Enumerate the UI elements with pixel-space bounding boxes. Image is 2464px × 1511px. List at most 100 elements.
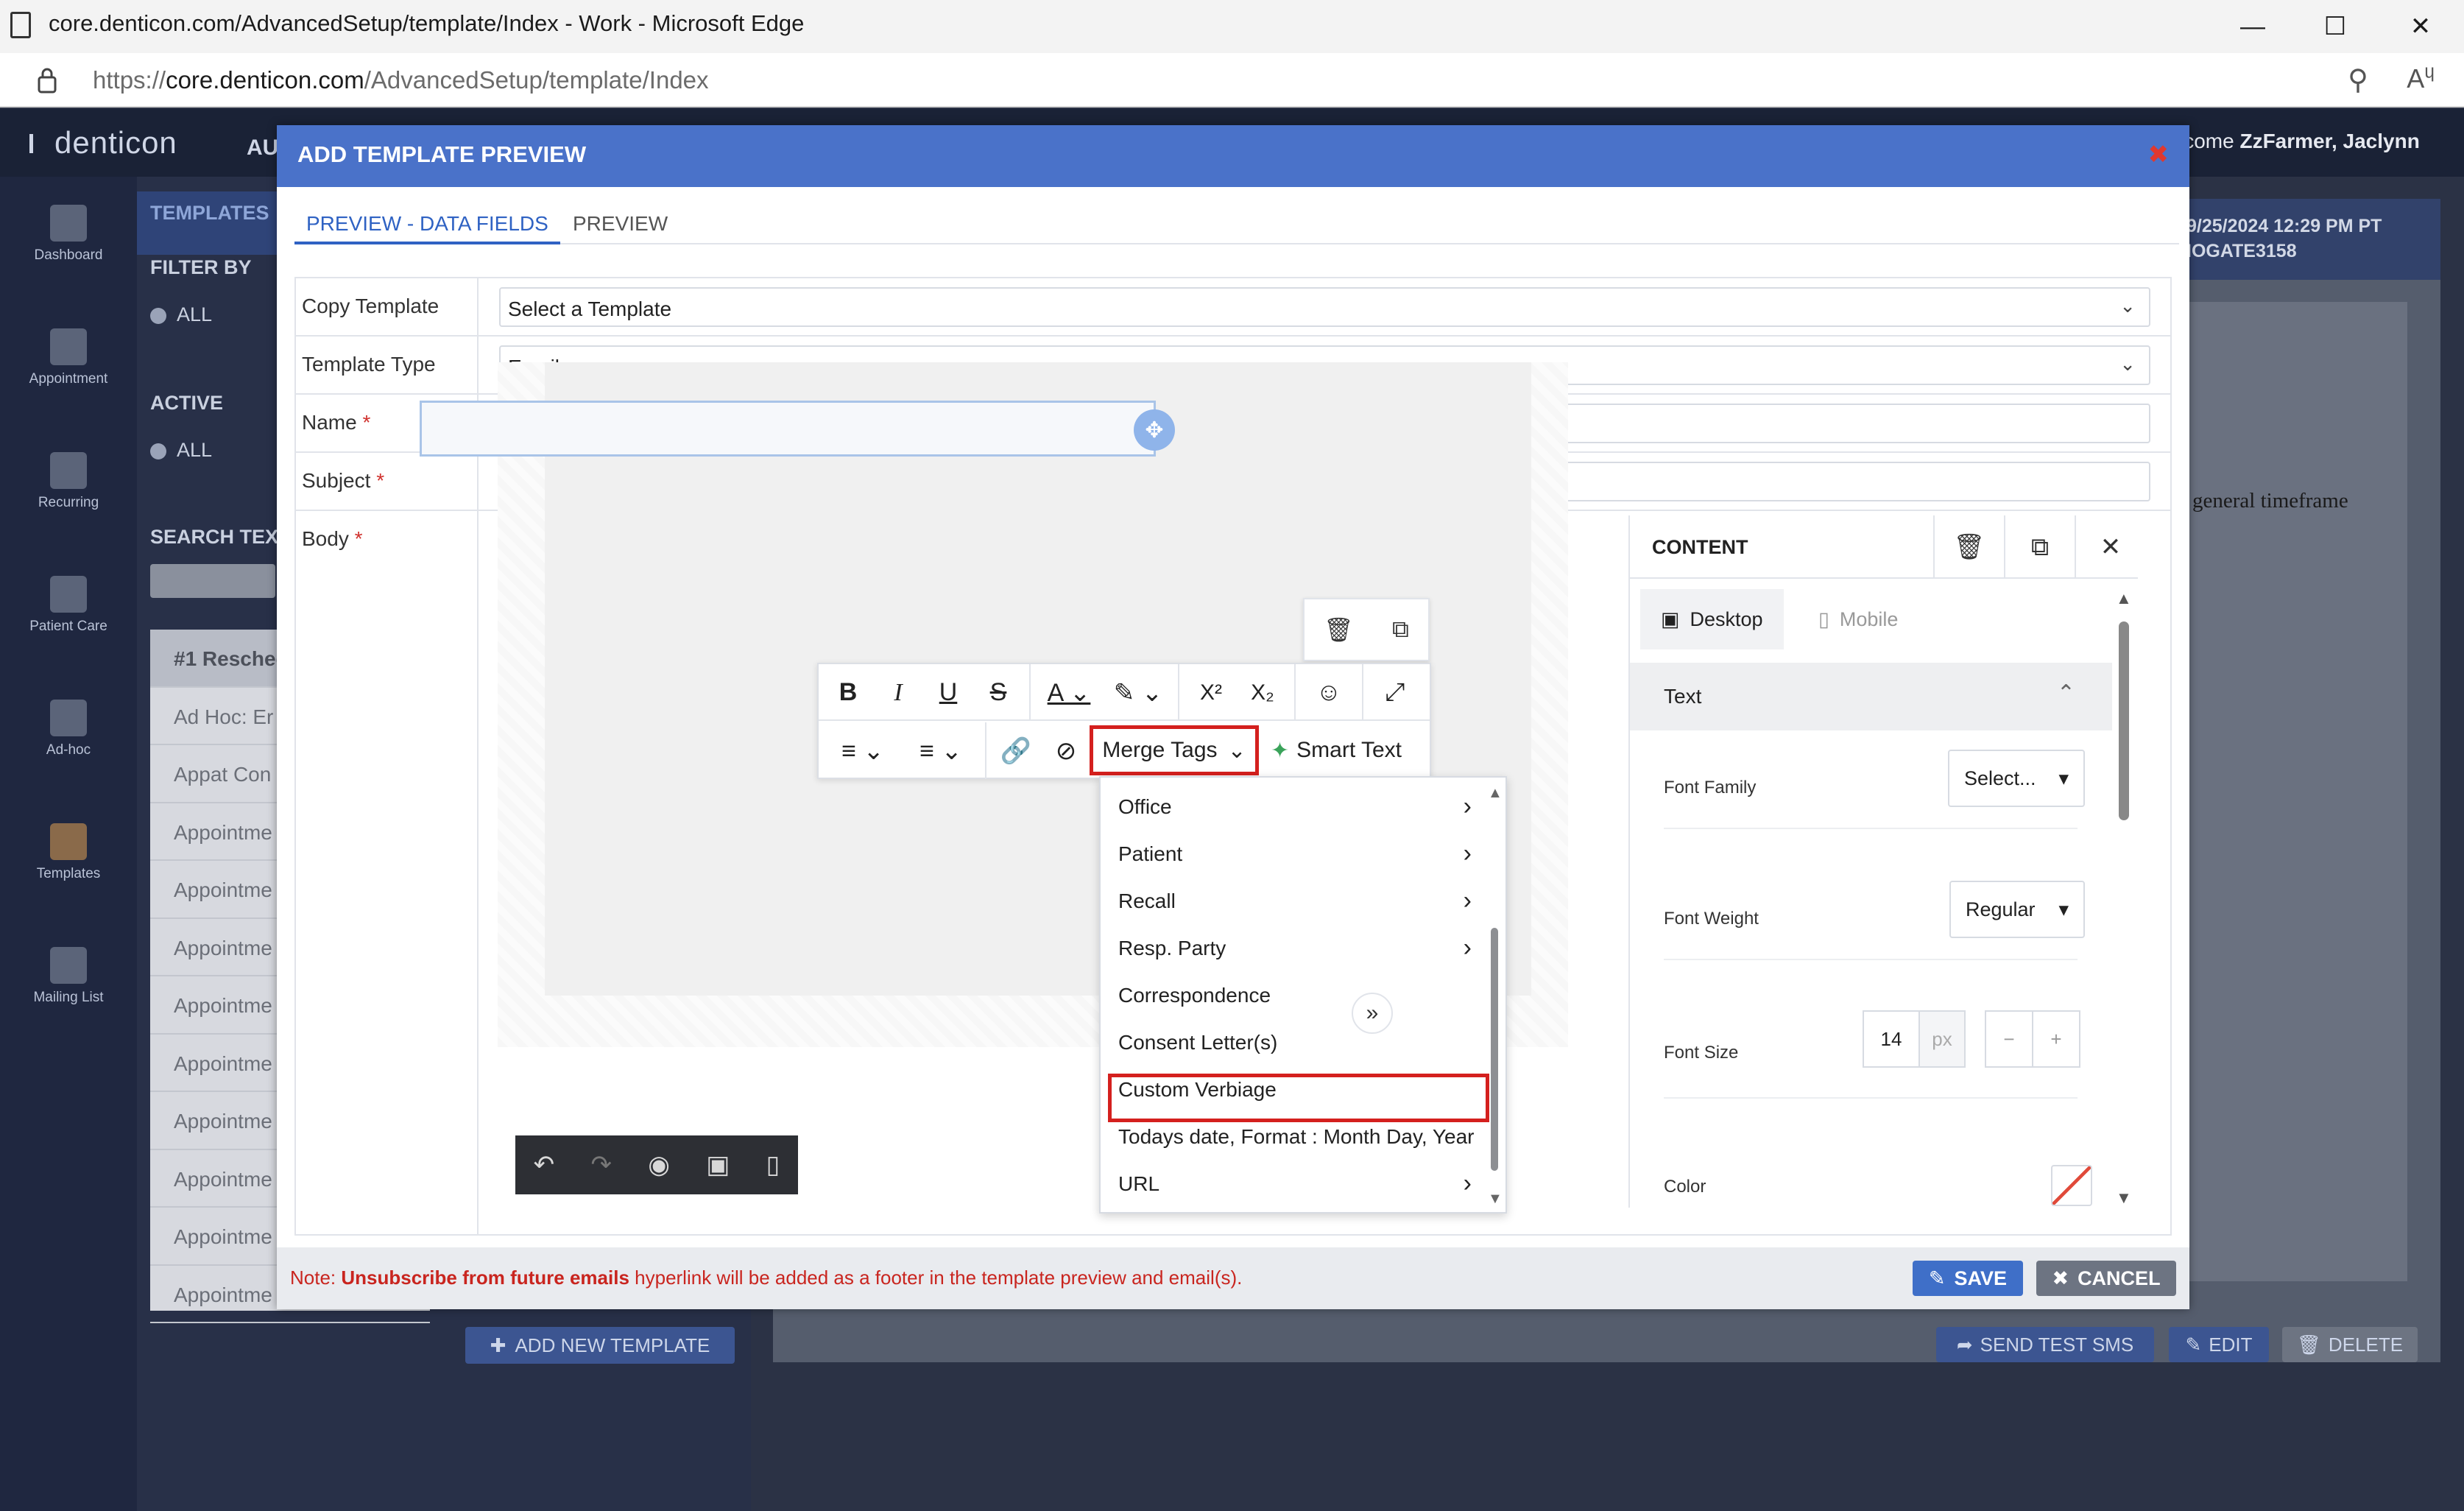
undo-icon[interactable]: ↶ [534, 1150, 555, 1180]
delete-button[interactable]: 🗑 DELETE [2282, 1327, 2418, 1362]
collapse-toolbar-icon[interactable]: ⤢ [1371, 664, 1419, 721]
detail-code: IOGATE3158 [2186, 241, 2297, 261]
url-field[interactable]: https://core.denticon.com/AdvancedSetup/… [93, 66, 709, 94]
nav-mailing-list[interactable]: Mailing List [0, 947, 137, 1043]
chevron-right-icon: › [1463, 839, 1472, 867]
pencil-icon: ✎ [2185, 1333, 2202, 1356]
detail-info: 9/25/2024 12:29 PM PT IOGATE3158 [2186, 214, 2382, 264]
text-block[interactable] [420, 401, 1156, 457]
smart-text-button[interactable]: ✦ Smart Text [1271, 725, 1402, 775]
menu-item-correspondence[interactable]: Correspondence [1118, 972, 1472, 1019]
chevron-right-icon: › [1463, 887, 1472, 915]
name-label: Name * [302, 411, 371, 434]
nav-ad-hoc[interactable]: Ad-hoc [0, 700, 137, 795]
merge-tags-button[interactable]: Merge Tags ⌄ [1090, 725, 1259, 775]
modal-footer-wrapper: Note: Unsubscribe from future emails hyp… [277, 1247, 2189, 1309]
underline-icon[interactable]: U [926, 664, 970, 721]
tab-preview[interactable]: PREVIEW [561, 199, 679, 244]
magic-wand-icon: ✦ [1271, 738, 1290, 763]
strikethrough-icon[interactable]: S [976, 664, 1020, 721]
duplicate-block-icon[interactable]: ⧉ [1392, 616, 1409, 644]
mobile-view-icon[interactable]: ▯ [766, 1150, 780, 1180]
color-picker[interactable] [2051, 1165, 2092, 1206]
scroll-down-icon[interactable]: ▼ [1488, 1191, 1503, 1208]
menu-item-patient[interactable]: Patient › [1118, 831, 1472, 878]
numbered-list-icon[interactable]: ≡ ⌄ [904, 722, 978, 779]
bullet-list-icon[interactable]: ≡ ⌄ [826, 722, 900, 779]
menu-item-resp-party[interactable]: Resp. Party › [1118, 925, 1472, 972]
superscript-icon[interactable]: X² [1187, 664, 1235, 721]
redo-icon[interactable]: ↷ [590, 1150, 612, 1180]
content-panel-scrollbar[interactable]: ▲ ▼ [2113, 589, 2135, 1208]
scroll-up-icon[interactable]: ▲ [2116, 589, 2132, 608]
scroll-up-icon[interactable]: ▲ [1488, 785, 1503, 802]
text-section-header[interactable]: Text ⌃ [1630, 663, 2112, 730]
delete-block-icon[interactable]: 🗑 [1324, 616, 1354, 644]
header-menu-fragment[interactable]: AU [247, 135, 278, 161]
add-new-template-button[interactable]: ✚ ADD NEW TEMPLATE [465, 1327, 735, 1364]
nav-appointment[interactable]: Appointment [0, 328, 137, 424]
tab-preview-data-fields[interactable]: PREVIEW - DATA FIELDS [294, 199, 560, 244]
save-button[interactable]: ✎ SAVE [1913, 1261, 2023, 1296]
cancel-button[interactable]: ✖ CANCEL [2036, 1261, 2176, 1296]
browser-titlebar: core.denticon.com/AdvancedSetup/template… [0, 0, 2464, 53]
close-content-icon[interactable]: ✕ [2075, 515, 2145, 579]
close-window-button[interactable]: ✕ [2398, 6, 2443, 47]
subscript-icon[interactable]: X₂ [1238, 664, 1287, 721]
link-icon[interactable]: 🔗 [992, 722, 1039, 779]
maximize-button[interactable]: ☐ [2313, 6, 2357, 47]
font-weight-select[interactable]: Regular ▾ [1949, 881, 2085, 938]
nav-recurring[interactable]: Recurring [0, 452, 137, 548]
minimize-button[interactable]: — [2231, 6, 2275, 47]
nav-patient-care[interactable]: Patient Care [0, 576, 137, 672]
templates-tab[interactable]: TEMPLATES [150, 202, 269, 225]
chevron-right-icon: › [1463, 792, 1472, 820]
menu-item-url[interactable]: URL › [1118, 1160, 1472, 1208]
font-family-select[interactable]: Select... ▾ [1948, 750, 2085, 807]
menu-scrollbar[interactable]: ▲ ▼ [1486, 785, 1503, 1208]
copy-template-select[interactable]: Select a Template ⌄ [499, 287, 2150, 327]
tab-desktop[interactable]: ▣ Desktop [1640, 589, 1784, 649]
window-title: core.denticon.com/AdvancedSetup/template… [49, 10, 805, 36]
chevron-up-icon: ⌃ [2056, 681, 2075, 705]
preview-eye-icon[interactable]: ◉ [648, 1150, 670, 1180]
modal-close-icon[interactable]: ✖ [2148, 140, 2170, 169]
menu-item-custom-verbiage[interactable]: Custom Verbiage [1118, 1066, 1472, 1113]
font-color-icon[interactable]: A ⌄ [1039, 664, 1098, 721]
scroll-down-icon[interactable]: ▼ [2116, 1188, 2132, 1208]
zoom-icon[interactable]: ⚲ [2348, 63, 2368, 96]
unlink-icon[interactable]: ⊘ [1042, 722, 1090, 779]
menu-item-consent-letters[interactable]: Consent Letter(s) [1118, 1019, 1472, 1066]
desktop-view-icon[interactable]: ▣ [706, 1150, 730, 1180]
font-size-decrease-button[interactable]: − [1985, 1010, 2033, 1068]
chevron-right-icon: › [1463, 934, 1472, 962]
filter-all-radio[interactable]: ALL [150, 303, 212, 326]
collapse-panel-icon[interactable]: » [1352, 993, 1393, 1034]
editor-view-bar: ↶ ↷ ◉ ▣ ▯ [515, 1135, 798, 1194]
send-test-sms-button[interactable]: ➦ SEND TEST SMS [1936, 1327, 2154, 1362]
edit-button[interactable]: ✎ EDIT [2169, 1327, 2269, 1362]
font-size-input[interactable]: 14 [1863, 1010, 1920, 1068]
patient-care-icon [50, 576, 87, 613]
italic-icon[interactable]: I [876, 664, 920, 721]
highlight-color-icon[interactable]: ✎ ⌄ [1107, 664, 1169, 721]
search-text-input[interactable] [150, 564, 275, 598]
nav-templates[interactable]: Templates [0, 823, 137, 919]
delete-content-icon[interactable]: 🗑 [1933, 515, 2004, 579]
font-size-increase-button[interactable]: + [2032, 1010, 2080, 1068]
appointment-icon [50, 328, 87, 365]
modal-tabs: PREVIEW - DATA FIELDS PREVIEW [294, 199, 2179, 244]
read-aloud-icon[interactable]: Aᶣ [2407, 63, 2435, 94]
duplicate-content-icon[interactable]: ⧉ [2004, 515, 2075, 579]
nav-dashboard[interactable]: Dashboard [0, 205, 137, 300]
move-icon[interactable]: ✥ [1134, 409, 1175, 451]
emoji-icon[interactable]: ☺ [1305, 664, 1353, 721]
active-all-radio[interactable]: ALL [150, 439, 212, 462]
copy-template-label: Copy Template [302, 295, 440, 317]
bold-icon[interactable]: B [826, 664, 870, 721]
menu-item-recall[interactable]: Recall › [1118, 878, 1472, 925]
menu-item-office[interactable]: Office › [1118, 783, 1472, 831]
mailing-list-icon [50, 947, 87, 984]
menu-item-todays-date[interactable]: Todays date, Format : Month Day, Year [1118, 1113, 1475, 1160]
tab-mobile[interactable]: ▯ Mobile [1798, 589, 1918, 649]
